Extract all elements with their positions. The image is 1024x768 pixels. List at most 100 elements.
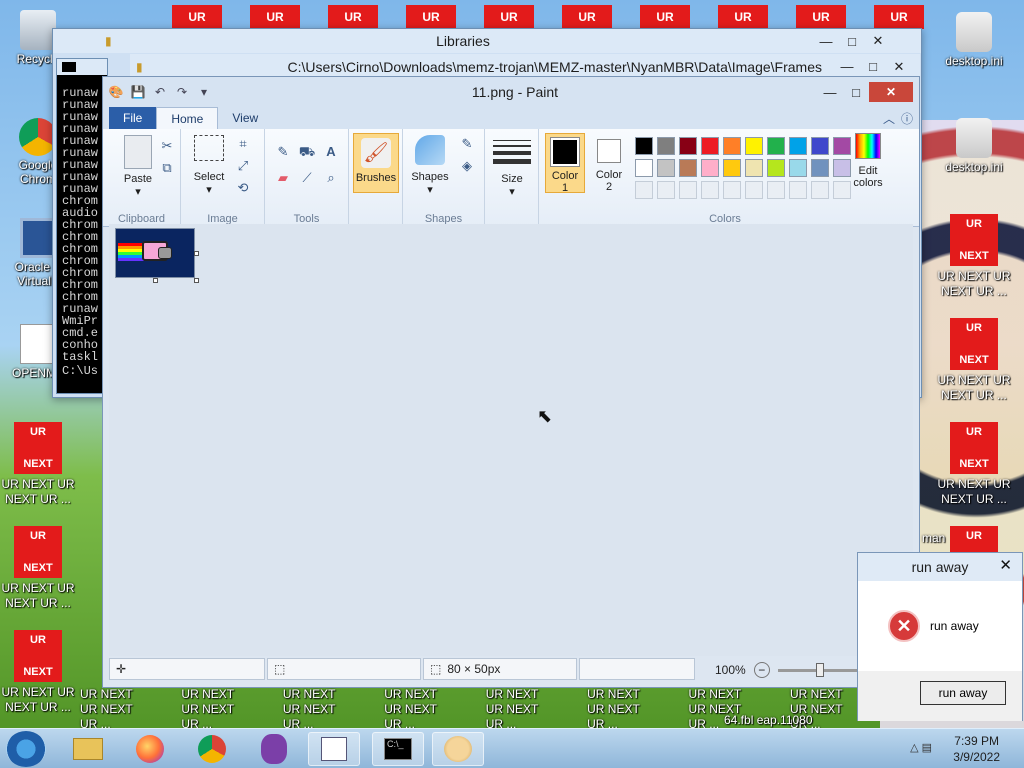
run-away-dialog[interactable]: run away ✕ ✕ run away run away bbox=[857, 552, 1023, 721]
palette-swatch-empty[interactable] bbox=[811, 181, 829, 199]
ur-next-top[interactable]: UR bbox=[406, 5, 456, 29]
palette-swatch-empty[interactable] bbox=[745, 181, 763, 199]
resize-handle-corner[interactable] bbox=[194, 278, 199, 283]
maximize-button[interactable]: □ bbox=[860, 59, 886, 74]
palette-swatch-empty[interactable] bbox=[679, 181, 697, 199]
color1-button[interactable]: Color 1 bbox=[545, 133, 585, 194]
clock[interactable]: 7:39 PM 3/9/2022 bbox=[953, 733, 1000, 765]
ur-next-top[interactable]: UR bbox=[562, 5, 612, 29]
palette-swatch[interactable] bbox=[767, 159, 785, 177]
palette-swatch-empty[interactable] bbox=[767, 181, 785, 199]
resize-icon[interactable]: ⤢ bbox=[233, 157, 253, 175]
ur-next-icon[interactable]: UR NEXT UR NEXT UR NEXT UR ... bbox=[932, 318, 1016, 403]
zoom-out-button[interactable]: − bbox=[753, 662, 770, 678]
ur-next-top[interactable]: UR bbox=[172, 5, 222, 29]
tray-icons[interactable]: △ ▤ bbox=[910, 741, 932, 754]
ur-next-top[interactable]: UR bbox=[874, 5, 924, 29]
palette-swatch[interactable] bbox=[701, 137, 719, 155]
dialog-close-icon[interactable]: ✕ bbox=[999, 556, 1012, 574]
palette-swatch[interactable] bbox=[657, 159, 675, 177]
ur-next-icon[interactable]: UR NEXT UR NEXT UR NEXT UR ... bbox=[932, 214, 1016, 299]
crop-icon[interactable]: ⌗ bbox=[233, 135, 253, 153]
desktop-ini-file[interactable]: desktop.ini bbox=[936, 118, 1012, 174]
canvas-area[interactable]: ⬉ bbox=[109, 224, 913, 656]
magnifier-icon[interactable]: ⌕ bbox=[321, 169, 341, 187]
save-icon[interactable]: 💾 bbox=[129, 84, 147, 100]
cut-icon[interactable]: ✂ bbox=[157, 137, 177, 155]
palette-swatch[interactable] bbox=[811, 159, 829, 177]
copy-icon[interactable]: ⧉ bbox=[157, 159, 177, 177]
palette-swatch[interactable] bbox=[635, 159, 653, 177]
palette-swatch[interactable] bbox=[745, 159, 763, 177]
ur-next-top[interactable]: UR bbox=[796, 5, 846, 29]
palette-swatch[interactable] bbox=[679, 137, 697, 155]
start-button[interactable] bbox=[6, 731, 46, 767]
ur-next-top[interactable]: UR bbox=[328, 5, 378, 29]
tab-file[interactable]: File bbox=[109, 107, 157, 129]
ur-next-top[interactable]: UR bbox=[718, 5, 768, 29]
redo-icon[interactable]: ↷ bbox=[173, 84, 191, 100]
palette-swatch[interactable] bbox=[789, 159, 807, 177]
taskbar-explorer[interactable] bbox=[62, 732, 114, 766]
tab-home[interactable]: Home bbox=[156, 107, 219, 129]
brushes-button[interactable]: 🖌 Brushes bbox=[353, 133, 399, 193]
taskbar-cmd[interactable]: C:\_ bbox=[372, 732, 424, 766]
minimize-button[interactable]: — bbox=[817, 85, 843, 100]
palette-swatch-empty[interactable] bbox=[701, 181, 719, 199]
taskbar-bonzi[interactable] bbox=[248, 732, 300, 766]
undo-icon[interactable]: ↶ bbox=[151, 84, 169, 100]
ur-next-icon[interactable]: UR NEXT UR NEXT UR NEXT UR ... bbox=[0, 630, 80, 715]
palette-swatch[interactable] bbox=[701, 159, 719, 177]
cmd-prompt[interactable]: C:\Us bbox=[57, 365, 107, 377]
palette-swatch-empty[interactable] bbox=[723, 181, 741, 199]
quick-access-dropdown-icon[interactable]: ▾ bbox=[195, 84, 213, 100]
palette-swatch[interactable] bbox=[811, 137, 829, 155]
rotate-icon[interactable]: ⟲ bbox=[233, 179, 253, 197]
paint-window[interactable]: 🎨 💾 ↶ ↷ ▾ 11.png - Paint — □ ✕ File Home… bbox=[102, 76, 920, 688]
run-away-button[interactable]: run away bbox=[920, 681, 1006, 705]
zoom-slider[interactable] bbox=[777, 662, 858, 677]
command-prompt-window[interactable]: runaw runaw runaw runaw runaw runaw runaw runaw… bbox=[56, 58, 108, 394]
ur-next-icon[interactable]: UR NEXT UR NEXT UR NEXT UR ... bbox=[0, 526, 80, 611]
taskbar-firefox[interactable] bbox=[124, 732, 176, 766]
maximize-button[interactable]: □ bbox=[843, 85, 869, 100]
fill-shape-icon[interactable]: ◈ bbox=[457, 157, 477, 175]
taskbar-paint[interactable] bbox=[432, 732, 484, 766]
ur-next-top[interactable]: UR bbox=[250, 5, 300, 29]
palette-swatch-empty[interactable] bbox=[789, 181, 807, 199]
palette-swatch[interactable] bbox=[723, 137, 741, 155]
paste-button[interactable]: Paste ▾ bbox=[115, 135, 161, 198]
minimize-button[interactable]: — bbox=[813, 34, 839, 49]
libraries-titlebar[interactable]: ▮ Libraries — □ ✕ bbox=[53, 29, 921, 53]
close-button[interactable]: ✕ bbox=[865, 33, 891, 49]
palette-swatch-empty[interactable] bbox=[657, 181, 675, 199]
color2-button[interactable]: Color 2 bbox=[589, 133, 629, 193]
resize-handle-bottom[interactable] bbox=[153, 278, 158, 283]
help-icon[interactable]: ⓘ bbox=[901, 110, 913, 127]
eraser-icon[interactable]: ▰ bbox=[273, 169, 293, 187]
palette-swatch[interactable] bbox=[723, 159, 741, 177]
maximize-button[interactable]: □ bbox=[839, 34, 865, 49]
collapse-ribbon-icon[interactable]: ︿ bbox=[883, 110, 895, 127]
minimize-button[interactable]: — bbox=[834, 59, 860, 74]
ur-next-icon[interactable]: UR NEXT UR NEXT UR NEXT UR ... bbox=[932, 422, 1016, 507]
edit-colors-button[interactable]: Edit colors bbox=[847, 133, 889, 189]
cmd-titlebar[interactable] bbox=[57, 59, 107, 75]
text-icon[interactable]: A bbox=[321, 143, 341, 161]
paint-titlebar[interactable]: 🎨 💾 ↶ ↷ ▾ 11.png - Paint — □ ✕ bbox=[103, 77, 919, 107]
palette-swatch[interactable] bbox=[635, 137, 653, 155]
resize-handle-right[interactable] bbox=[194, 251, 199, 256]
palette-swatch-empty[interactable] bbox=[635, 181, 653, 199]
taskbar-notepad[interactable] bbox=[308, 732, 360, 766]
shapes-button[interactable]: Shapes ▾ bbox=[407, 135, 453, 196]
dialog-titlebar[interactable]: run away ✕ bbox=[858, 553, 1022, 581]
desktop-ini-file[interactable]: desktop.ini bbox=[936, 12, 1012, 68]
select-button[interactable]: Select ▾ bbox=[189, 135, 229, 196]
palette-swatch[interactable] bbox=[767, 137, 785, 155]
pencil-icon[interactable]: ✎ bbox=[273, 143, 293, 161]
ur-next-top[interactable]: UR bbox=[484, 5, 534, 29]
close-button[interactable]: ✕ bbox=[869, 82, 913, 102]
palette-swatch[interactable] bbox=[745, 137, 763, 155]
outline-icon[interactable]: ✎ bbox=[457, 135, 477, 153]
ur-next-icon[interactable]: UR NEXT UR NEXT UR NEXT UR ... bbox=[0, 422, 80, 507]
